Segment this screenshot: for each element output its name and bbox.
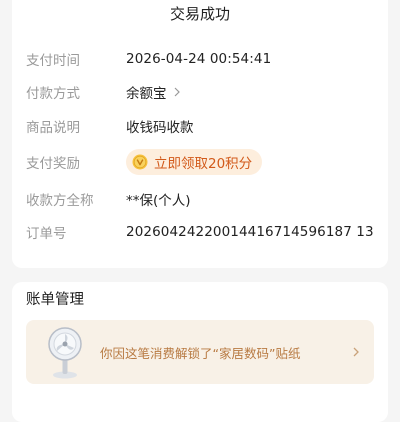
payee-row: 收款方全称 **保(个人) — [26, 188, 376, 210]
sticker-unlock-text: 你因这笔消费解锁了“家居数码”贴纸 — [100, 345, 301, 361]
sticker-unlock-banner[interactable]: 你因这笔消费解锁了“家居数码”贴纸 — [26, 320, 374, 384]
payment-method-row[interactable]: 付款方式 余额宝 — [26, 81, 376, 103]
bill-management-title: 账单管理 — [26, 292, 84, 308]
chevron-right-icon — [353, 347, 359, 357]
product-desc-value: 收钱码收款 — [126, 120, 194, 136]
order-number-label: 订单号 — [26, 226, 67, 242]
payment-method-text: 余额宝 — [126, 86, 167, 102]
payment-time-value: 2026-04-24 00:54:41 — [126, 51, 272, 67]
payee-value: **保(个人) — [126, 193, 191, 209]
coin-v-icon — [132, 154, 148, 170]
chevron-right-icon — [174, 87, 180, 97]
product-desc-label: 商品说明 — [26, 120, 80, 136]
payment-time-label: 支付时间 — [26, 53, 80, 69]
payment-method-label: 付款方式 — [26, 86, 80, 102]
order-number-row: 订单号 20260424220014416714596187 13 — [26, 221, 376, 243]
page-title: 交易成功 — [169, 5, 230, 23]
payment-method-value[interactable]: 余额宝 — [126, 82, 182, 102]
payment-reward-row: 支付奖励 立即领取20积分 — [26, 148, 376, 176]
desk-fan-icon — [48, 327, 82, 379]
payee-label: 收款方全称 — [26, 193, 94, 209]
product-desc-row: 商品说明 收钱码收款 — [26, 115, 376, 137]
payment-time-row: 支付时间 2026-04-24 00:54:41 — [26, 48, 376, 70]
claim-points-text: 立即领取20积分 — [154, 156, 253, 172]
claim-points-button[interactable]: 立即领取20积分 — [126, 149, 263, 175]
order-number-value: 20260424220014416714596187 13 — [126, 224, 374, 240]
payment-reward-label: 支付奖励 — [26, 156, 80, 172]
